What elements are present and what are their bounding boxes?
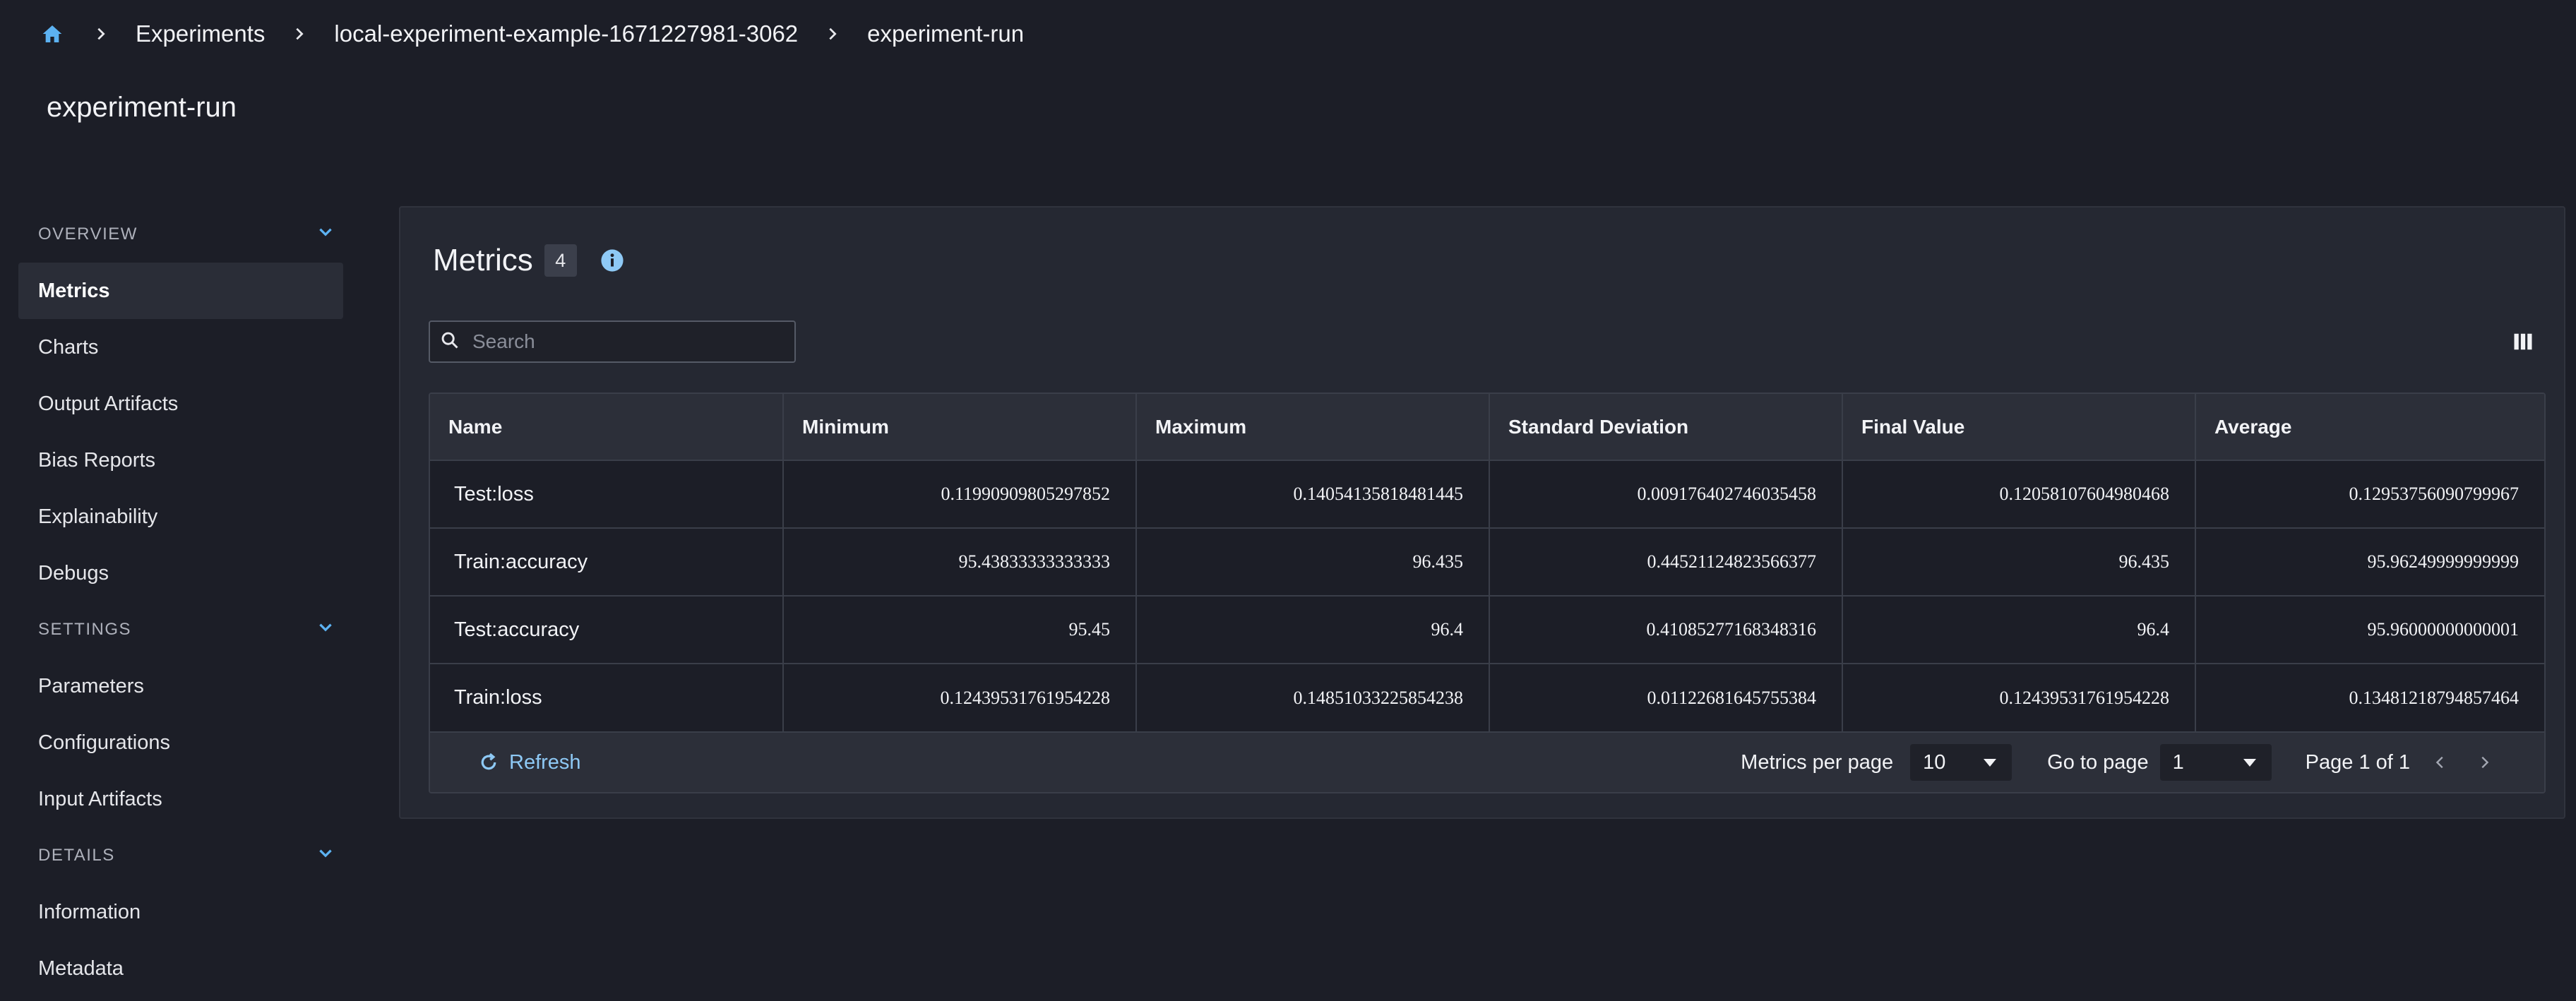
table-cell: 96.4	[1136, 595, 1490, 664]
sidebar-item-charts[interactable]: Charts	[18, 319, 343, 376]
column-header-average[interactable]: Average	[2195, 394, 2544, 460]
chevron-down-icon[interactable]	[316, 844, 335, 868]
section-label: OVERVIEW	[38, 224, 138, 244]
table-cell: 95.45	[783, 595, 1137, 664]
table-cell: Test:accuracy	[430, 595, 784, 664]
sidebar-item-output-artifacts[interactable]: Output Artifacts	[18, 376, 343, 432]
breadcrumb-experiments[interactable]: Experiments	[136, 20, 265, 47]
table-cell: 0.009176402746035458	[1489, 460, 1843, 528]
page-title: experiment-run	[47, 92, 237, 123]
column-header-minimum[interactable]: Minimum	[783, 394, 1137, 460]
chevron-left-icon[interactable]	[2428, 750, 2452, 774]
count-badge: 4	[544, 244, 577, 277]
table-row[interactable]: Train:loss 0.12439531761954228 0.1485103…	[430, 663, 2544, 731]
table-cell: 0.11990909805297852	[783, 460, 1137, 528]
sidebar-item-input-artifacts[interactable]: Input Artifacts	[18, 771, 343, 827]
table-cell: 96.4	[1842, 595, 2196, 664]
sidebar-item-information[interactable]: Information	[18, 884, 343, 940]
table-row[interactable]: Test:accuracy 95.45 96.4 0.4108527716834…	[430, 595, 2544, 664]
table-cell: 95.96249999999999	[2195, 527, 2544, 596]
goto-page-select[interactable]: 1	[2159, 744, 2272, 781]
search-input[interactable]	[471, 330, 770, 354]
table-row[interactable]: Train:accuracy 95.43833333333333 96.435 …	[430, 527, 2544, 596]
home-icon[interactable]	[38, 20, 66, 48]
panel-header: Metrics 4	[433, 243, 626, 278]
goto-page-value: 1	[2172, 750, 2184, 774]
info-icon[interactable]	[598, 246, 626, 275]
refresh-label: Refresh	[509, 750, 581, 774]
table-cell: Train:accuracy	[430, 527, 784, 596]
sidebar-item-parameters[interactable]: Parameters	[18, 658, 343, 714]
sidebar-item-metadata[interactable]: Metadata	[18, 940, 343, 997]
section-label: DETAILS	[38, 846, 115, 865]
search-icon	[440, 330, 460, 354]
refresh-button[interactable]: Refresh	[477, 750, 581, 774]
per-page-value: 10	[1923, 750, 1946, 774]
sidebar-item-debugs[interactable]: Debugs	[18, 545, 343, 601]
chevron-right-icon	[822, 23, 843, 44]
breadcrumb: Experiments local-experiment-example-167…	[38, 16, 1024, 52]
table-cell: 96.435	[1842, 527, 2196, 596]
sidebar-item-configurations[interactable]: Configurations	[18, 714, 343, 771]
table-header-row: Name Minimum Maximum Standard Deviation …	[430, 394, 2544, 460]
table-cell: 0.12439531761954228	[1842, 663, 2196, 731]
table-cell: Test:loss	[430, 460, 784, 528]
table-cell: 95.96000000000001	[2195, 595, 2544, 664]
caret-down-icon	[1984, 758, 1997, 767]
page-status: Page 1 of 1	[2305, 750, 2410, 774]
table-cell: 0.13481218794857464	[2195, 663, 2544, 731]
table-cell: 95.43833333333333	[783, 527, 1137, 596]
table-cell: 0.41085277168348316	[1489, 595, 1843, 664]
column-header-maximum[interactable]: Maximum	[1136, 394, 1490, 460]
table-cell: 0.12058107604980468	[1842, 460, 2196, 528]
table-cell: 0.12439531761954228	[783, 663, 1137, 731]
caret-down-icon	[2243, 758, 2256, 767]
section-header-settings[interactable]: SETTINGS	[18, 601, 343, 658]
table-footer: Refresh Metrics per page 10 Go to page 1…	[430, 731, 2544, 792]
table-cell: 0.14054135818481445	[1136, 460, 1490, 528]
chevron-down-icon[interactable]	[316, 618, 335, 642]
panel-title: Metrics	[433, 243, 533, 277]
section-label: SETTINGS	[38, 620, 132, 639]
sidebar-item-metrics[interactable]: Metrics	[18, 263, 343, 319]
section-header-overview[interactable]: OVERVIEW	[18, 206, 343, 263]
column-header-name[interactable]: Name	[430, 394, 784, 460]
table-cell: 0.01122681645755384	[1489, 663, 1843, 731]
table-cell: 0.44521124823566377	[1489, 527, 1843, 596]
chevron-right-icon	[289, 23, 310, 44]
metrics-table: Name Minimum Maximum Standard Deviation …	[429, 392, 2546, 793]
breadcrumb-experiment[interactable]: local-experiment-example-1671227981-3062	[334, 20, 798, 47]
column-header-final-value[interactable]: Final Value	[1842, 394, 2196, 460]
table-row[interactable]: Test:loss 0.11990909805297852 0.14054135…	[430, 460, 2544, 528]
per-page-label: Metrics per page	[1741, 750, 1894, 774]
metrics-panel: Metrics 4 Name	[399, 206, 2565, 819]
goto-page-label: Go to page	[2047, 750, 2149, 774]
breadcrumb-current: experiment-run	[867, 20, 1025, 47]
columns-icon[interactable]	[2509, 328, 2537, 356]
chevron-down-icon[interactable]	[316, 223, 335, 246]
refresh-icon	[477, 750, 501, 774]
search-box[interactable]	[429, 320, 796, 363]
table-cell: 0.14851033225854238	[1136, 663, 1490, 731]
chevron-right-icon	[90, 23, 112, 44]
table-cell: 96.435	[1136, 527, 1490, 596]
section-header-details[interactable]: DETAILS	[18, 827, 343, 884]
sidebar: OVERVIEW Metrics Charts Output Artifacts…	[18, 206, 343, 997]
column-header-std-dev[interactable]: Standard Deviation	[1489, 394, 1843, 460]
pagination: Metrics per page 10 Go to page 1 Page 1 …	[1741, 744, 2496, 781]
sidebar-item-bias-reports[interactable]: Bias Reports	[18, 432, 343, 488]
sidebar-item-explainability[interactable]: Explainability	[18, 488, 343, 545]
per-page-select[interactable]: 10	[1910, 744, 2012, 781]
table-cell: Train:loss	[430, 663, 784, 731]
table-cell: 0.12953756090799967	[2195, 460, 2544, 528]
chevron-right-icon[interactable]	[2472, 750, 2496, 774]
